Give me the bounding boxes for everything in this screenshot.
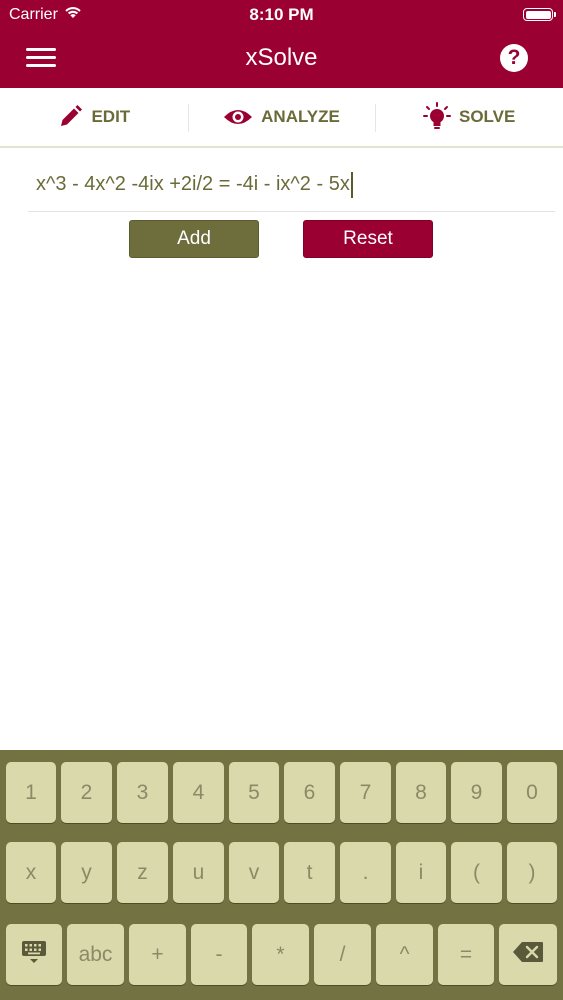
key-equals[interactable]: = [438, 924, 494, 985]
backspace-icon [512, 941, 544, 969]
tab-solve[interactable]: SOLVE [375, 88, 563, 146]
key-divide[interactable]: / [314, 924, 371, 985]
key-9[interactable]: 9 [451, 762, 502, 823]
text-caret [350, 171, 353, 198]
tab-bar: EDIT ANALYZE SOLVE [0, 88, 563, 148]
key-multiply[interactable]: * [252, 924, 309, 985]
equation-text: x^3 - 4x^2 -4ix +2i/2 = -4i - ix^2 - 5x [36, 173, 350, 195]
eye-icon [223, 107, 253, 127]
tab-edit-label: EDIT [91, 107, 131, 126]
keyboard-icon [21, 940, 47, 970]
reset-button[interactable]: Reset [303, 220, 433, 258]
key-0[interactable]: 0 [507, 762, 557, 823]
key-1[interactable]: 1 [6, 762, 56, 823]
tab-analyze[interactable]: ANALYZE [187, 88, 376, 146]
key-7[interactable]: 7 [340, 762, 391, 823]
top-bar: Carrier 8:10 PM xSolve ? [0, 0, 563, 88]
key-t[interactable]: t [284, 842, 335, 903]
key-v[interactable]: v [229, 842, 279, 903]
key-4[interactable]: 4 [173, 762, 224, 823]
app-title: xSolve [245, 44, 318, 71]
add-button[interactable]: Add [129, 220, 259, 258]
key-6[interactable]: 6 [284, 762, 335, 823]
equation-input[interactable]: x^3 - 4x^2 -4ix +2i/2 = -4i - ix^2 - 5x [36, 168, 554, 200]
key-close-paren[interactable]: ) [507, 842, 557, 903]
navigation-bar: xSolve ? [0, 30, 563, 88]
key-z[interactable]: z [117, 842, 168, 903]
tab-analyze-label: ANALYZE [261, 107, 340, 126]
key-x[interactable]: x [6, 842, 56, 903]
tab-edit[interactable]: EDIT [0, 88, 188, 146]
clock: 8:10 PM [249, 5, 314, 24]
battery-icon [523, 8, 556, 21]
key-abc[interactable]: abc [67, 924, 124, 985]
help-icon[interactable]: ? [500, 44, 528, 72]
equation-underline [28, 211, 555, 212]
keyboard-toggle-key[interactable] [6, 924, 62, 985]
pencil-icon [57, 104, 83, 130]
key-plus[interactable]: + [129, 924, 186, 985]
key-open-paren[interactable]: ( [451, 842, 502, 903]
key-i[interactable]: i [396, 842, 446, 903]
key-power[interactable]: ^ [376, 924, 433, 985]
lightbulb-icon [422, 102, 451, 132]
key-3[interactable]: 3 [117, 762, 168, 823]
key-u[interactable]: u [173, 842, 224, 903]
tab-solve-label: SOLVE [458, 107, 516, 126]
math-keyboard: 1 2 3 4 5 6 7 8 9 0 x y z u v t . i ( ) [0, 750, 563, 1000]
key-2[interactable]: 2 [61, 762, 112, 823]
status-bar: Carrier 8:10 PM [0, 0, 563, 30]
delete-key[interactable] [499, 924, 557, 985]
key-5[interactable]: 5 [229, 762, 279, 823]
key-8[interactable]: 8 [396, 762, 446, 823]
key-decimal-point[interactable]: . [340, 842, 391, 903]
key-minus[interactable]: - [191, 924, 247, 985]
key-y[interactable]: y [61, 842, 112, 903]
